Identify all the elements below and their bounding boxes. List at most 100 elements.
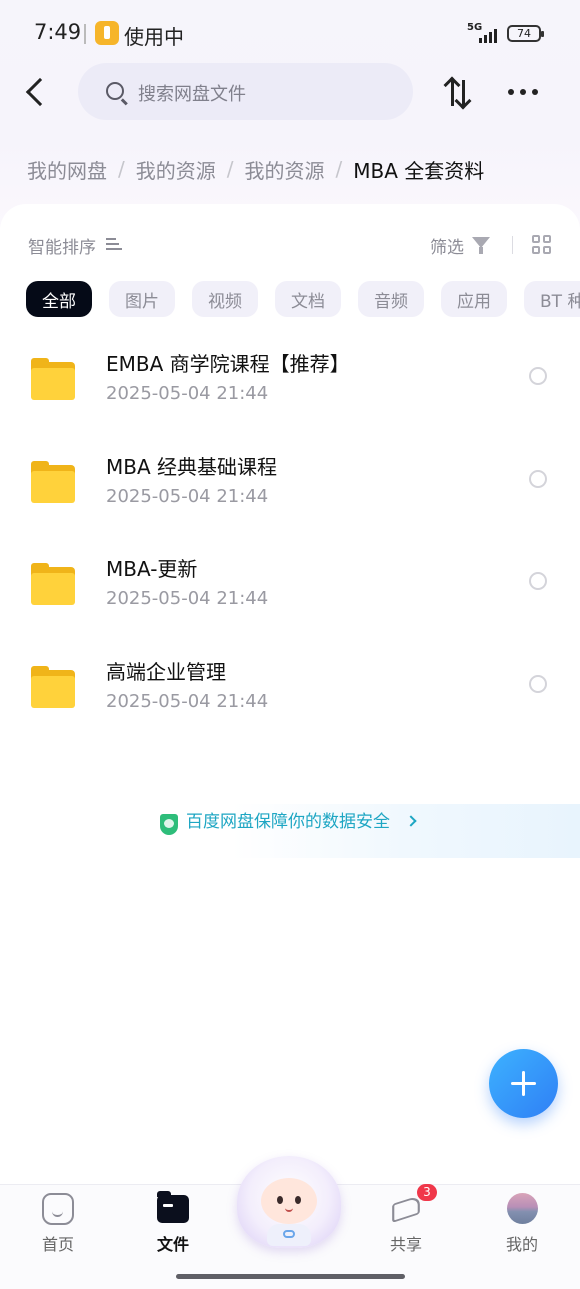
mascot-eye (277, 1196, 283, 1204)
folder-front (31, 573, 75, 605)
files-icon (157, 1191, 189, 1223)
mascot-button[interactable] (233, 1150, 345, 1250)
sort-line (106, 243, 119, 245)
breadcrumb-item[interactable]: 我的资源 (245, 155, 325, 184)
plus-icon-stroke (522, 1071, 525, 1096)
sort-line (106, 238, 116, 240)
security-banner[interactable]: 百度网盘保障你的数据安全 (0, 804, 580, 858)
more-button[interactable] (503, 78, 543, 106)
nav-files[interactable]: 文件 (133, 1185, 213, 1255)
grid-cell (532, 235, 540, 243)
sort-line (106, 248, 122, 250)
nav-me[interactable]: 我的 (482, 1185, 562, 1255)
breadcrumb-separator: / (118, 157, 125, 181)
breadcrumb-separator: / (335, 157, 343, 181)
nav-me-label: 我的 (505, 1235, 538, 1254)
nav-files-label: 文件 (156, 1235, 189, 1254)
search-icon (106, 82, 124, 100)
avatar (507, 1193, 538, 1224)
chip-images[interactable]: 图片 (109, 281, 175, 317)
folder-icon (31, 666, 75, 708)
file-date: 2025-05-04 21:44 (106, 486, 269, 507)
folder-front (31, 368, 75, 400)
mascot-face (261, 1178, 317, 1224)
select-checkbox[interactable] (529, 675, 547, 693)
nav-home-label: 首页 (41, 1235, 74, 1254)
breadcrumb-item[interactable]: 我的资源 (136, 155, 216, 184)
chevron-right-icon (405, 815, 417, 827)
chip-apps[interactable]: 应用 (441, 281, 507, 317)
select-checkbox[interactable] (529, 367, 547, 385)
arrow-up-icon (451, 80, 454, 106)
share-badge: 3 (417, 1184, 437, 1201)
sort-mode-button[interactable]: 智能排序 (28, 233, 96, 258)
file-name: MBA 经典基础课程 (106, 455, 278, 479)
signal-bar (484, 35, 487, 43)
home-icon (42, 1193, 74, 1225)
folder-icon (31, 358, 75, 400)
status-divider (84, 24, 86, 44)
more-dot (532, 89, 538, 95)
shield-icon (160, 814, 178, 835)
chip-documents[interactable]: 文档 (275, 281, 341, 317)
folder-icon (31, 563, 75, 605)
folder-front (31, 676, 75, 708)
chip-bt[interactable]: BT 种 (524, 281, 580, 317)
folder-icon (31, 461, 75, 503)
select-checkbox[interactable] (529, 572, 547, 590)
file-row[interactable]: 高端企业管理 2025-05-04 21:44 (0, 648, 580, 748)
transfer-button[interactable] (440, 72, 480, 112)
grid-cell (532, 246, 540, 254)
file-date: 2025-05-04 21:44 (106, 383, 269, 404)
grid-cell (543, 246, 551, 254)
mascot-mouth (285, 1208, 293, 1212)
filter-icon (472, 237, 490, 254)
more-dot (520, 89, 526, 95)
file-name: MBA-更新 (106, 557, 198, 581)
chip-all[interactable]: 全部 (26, 281, 92, 317)
file-row[interactable]: MBA 经典基础课程 2025-05-04 21:44 (0, 443, 580, 543)
breadcrumb-item[interactable]: 我的网盘 (27, 155, 107, 184)
filter-button[interactable]: 筛选 (430, 233, 464, 258)
breadcrumb-separator: / (226, 157, 234, 181)
file-date: 2025-05-04 21:44 (106, 588, 269, 609)
status-app-label: 使用中 (124, 25, 184, 49)
add-button[interactable] (489, 1049, 558, 1118)
file-row[interactable]: MBA-更新 2025-05-04 21:44 (0, 545, 580, 645)
search-input[interactable]: 搜索网盘文件 (78, 63, 413, 120)
file-name: 高端企业管理 (106, 660, 226, 684)
file-date: 2025-05-04 21:44 (106, 691, 269, 712)
cloud-logo-icon (283, 1230, 295, 1238)
grid-view-icon[interactable] (532, 235, 552, 255)
signal-bar (479, 38, 482, 43)
back-button[interactable] (18, 72, 54, 112)
signal-bar (489, 32, 492, 43)
nav-home[interactable]: 首页 (18, 1185, 98, 1255)
toolbar-divider (512, 236, 513, 254)
flashlight-icon (95, 21, 119, 45)
chip-videos[interactable]: 视频 (192, 281, 258, 317)
file-row[interactable]: EMBA 商学院课程【推荐】 2025-05-04 21:44 (0, 340, 580, 440)
chip-audio[interactable]: 音频 (358, 281, 424, 317)
home-indicator[interactable] (176, 1274, 405, 1279)
plane-shape (392, 1195, 420, 1223)
signal-bar (494, 29, 497, 43)
mascot-eye (295, 1196, 301, 1204)
status-bar: 7:49 使用中 5G 74 (0, 0, 580, 68)
breadcrumb: 我的网盘 / 我的资源 / 我的资源 / MBA 全套资料 (27, 154, 484, 184)
grid-cell (543, 235, 551, 243)
sort-lines-icon (106, 236, 122, 252)
more-dot (508, 89, 514, 95)
file-name: EMBA 商学院课程【推荐】 (106, 352, 350, 376)
folder-front (31, 471, 75, 503)
signal-icon: 5G (465, 22, 501, 44)
select-checkbox[interactable] (529, 470, 547, 488)
status-time: 7:49 (34, 20, 82, 44)
network-type: 5G (467, 22, 483, 33)
security-text: 百度网盘保障你的数据安全 (186, 812, 390, 832)
breadcrumb-current: MBA 全套资料 (353, 158, 485, 183)
battery-icon: 74 (507, 25, 544, 42)
category-chips: 全部 图片 视频 文档 音频 应用 BT 种 (26, 281, 580, 317)
nav-share-label: 共享 (389, 1235, 422, 1254)
arrow-down-icon (462, 80, 465, 106)
